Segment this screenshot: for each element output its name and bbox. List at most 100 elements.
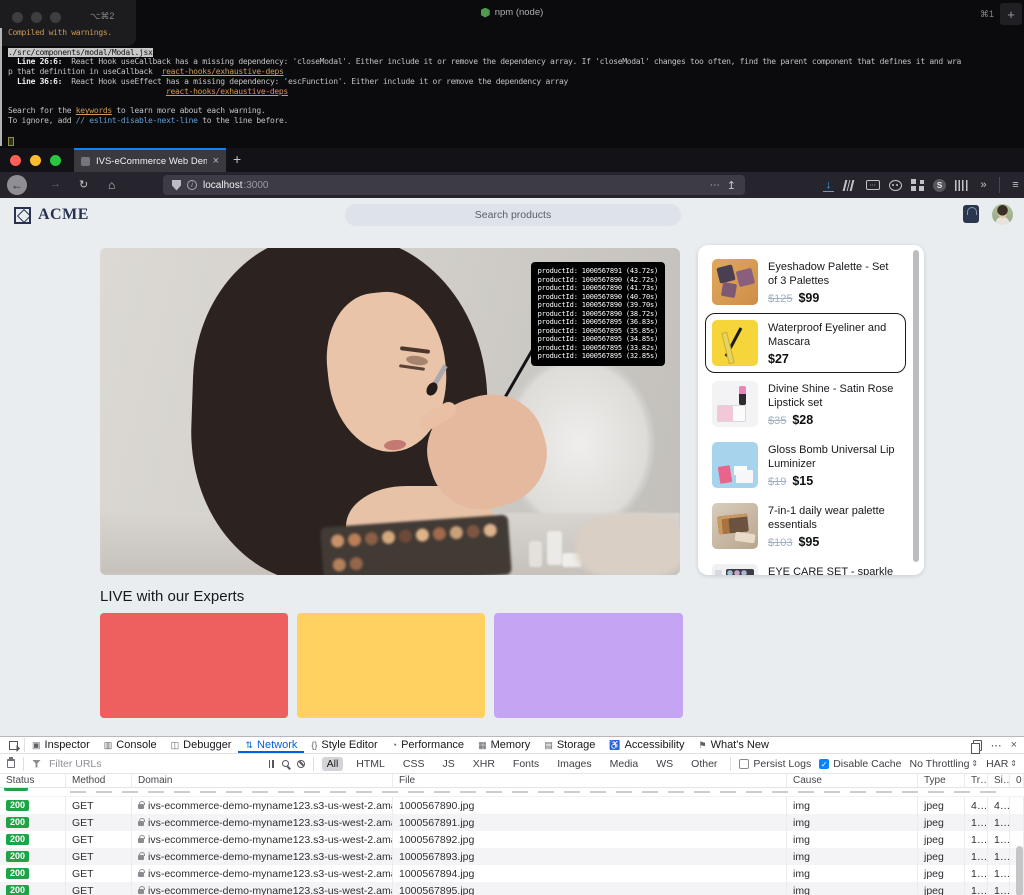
disable-cache-checkbox[interactable]: ✓ Disable Cache — [819, 758, 902, 770]
downloads-icon[interactable]: ↓ — [822, 179, 835, 192]
har-select[interactable]: HAR ⇕ — [986, 758, 1017, 770]
throttling-select[interactable]: No Throttling ⇕ — [910, 758, 979, 770]
product-rail-scrollbar[interactable] — [913, 250, 919, 562]
fence-extension-icon[interactable] — [955, 179, 968, 191]
pause-traffic-icon[interactable] — [268, 759, 274, 768]
cart-bag-icon[interactable] — [963, 205, 979, 223]
col-transferred[interactable]: Tr… — [965, 774, 988, 787]
url-bar[interactable]: i localhost :3000 ⋯ ↥ — [163, 175, 745, 195]
filter-all[interactable]: All — [321, 756, 344, 771]
network-row[interactable]: 200 GET ivs-ecommerce-demo-myname123.s3-… — [0, 848, 1024, 865]
live-card-yellow[interactable] — [297, 613, 485, 718]
tab-storage[interactable]: ▤ Storage — [537, 737, 602, 753]
col-type[interactable]: Type — [918, 774, 965, 787]
product-old-price: $35 — [768, 415, 787, 427]
library-icon[interactable] — [842, 179, 859, 191]
product-item[interactable]: Eyeshadow Palette - Set of 3 Palettes $1… — [705, 252, 906, 312]
tab-debugger[interactable]: ◫ Debugger — [164, 737, 239, 753]
tab-close-icon[interactable]: × — [213, 155, 219, 167]
live-card-red[interactable] — [100, 613, 288, 718]
pick-element-button[interactable] — [2, 737, 24, 753]
extensions-icon[interactable] — [911, 179, 924, 191]
search-input[interactable] — [345, 204, 681, 226]
filter-images[interactable]: Images — [552, 757, 596, 771]
network-row[interactable]: 200 GET ivs-ecommerce-demo-myname123.s3-… — [0, 814, 1024, 831]
memory-icon: ▦ — [478, 739, 487, 750]
block-requests-icon[interactable] — [296, 759, 305, 768]
warning2-rule-link[interactable]: react-hooks/exhaustive-deps — [166, 87, 288, 96]
product-item[interactable]: Gloss Bomb Universal Lip Luminizer $19 $1… — [705, 435, 906, 495]
product-item-selected[interactable]: Waterproof Eyeliner and Mascara $27 — [705, 313, 906, 373]
share-icon[interactable]: ↥ — [727, 179, 736, 192]
filter-media[interactable]: Media — [605, 757, 644, 771]
devtools-more-icon[interactable]: ⋯ — [991, 739, 1002, 752]
filter-css[interactable]: CSS — [398, 757, 430, 771]
browser-close-icon[interactable] — [10, 155, 21, 166]
page-actions-icon[interactable]: ⋯ — [710, 180, 721, 191]
tab-console[interactable]: ▥ Console — [97, 737, 164, 753]
tracking-protection-shield-icon[interactable] — [172, 179, 181, 191]
privacy-mask-icon[interactable] — [889, 179, 902, 191]
request-method: GET — [66, 797, 132, 814]
overflow-chevron-icon[interactable]: » — [977, 179, 990, 191]
col-method[interactable]: Method — [66, 774, 132, 787]
live-card-purple[interactable] — [494, 613, 683, 718]
new-tab-button[interactable]: + — [233, 151, 241, 167]
browser-minimize-icon[interactable] — [30, 155, 41, 166]
col-file[interactable]: File — [393, 774, 787, 787]
warning1-rule-link[interactable]: react-hooks/exhaustive-deps — [162, 67, 284, 76]
col-cause[interactable]: Cause — [787, 774, 918, 787]
back-button[interactable]: ← — [7, 175, 27, 195]
devtools-close-icon[interactable]: × — [1011, 739, 1017, 751]
search-requests-icon[interactable] — [281, 760, 289, 767]
menu-icon[interactable]: ≡ — [1009, 179, 1022, 191]
console-icon: ▥ — [103, 739, 113, 750]
network-row[interactable]: 200 GET ivs-ecommerce-demo-myname123.s3-… — [0, 865, 1024, 882]
brand-logo[interactable]: ACME — [14, 206, 89, 224]
terminal-new-tab-button[interactable]: + — [1000, 3, 1022, 25]
user-avatar[interactable] — [992, 204, 1013, 225]
network-row-partial[interactable] — [0, 788, 1024, 797]
site-info-icon[interactable]: i — [187, 180, 197, 190]
browser-zoom-icon[interactable] — [50, 155, 61, 166]
col-domain[interactable]: Domain — [132, 774, 393, 787]
forward-button[interactable]: → — [50, 178, 61, 190]
product-item[interactable]: 7-in-1 daily wear palette essentials $10… — [705, 496, 906, 556]
filter-html[interactable]: HTML — [351, 757, 390, 771]
toolbar-separator — [999, 177, 1000, 193]
network-row[interactable]: 200 GET ivs-ecommerce-demo-myname123.s3-… — [0, 882, 1024, 895]
filter-fonts[interactable]: Fonts — [508, 757, 544, 771]
home-button[interactable]: ⌂ — [108, 178, 115, 192]
persist-logs-checkbox[interactable]: Persist Logs — [739, 758, 811, 770]
tab-network[interactable]: ⇅ Network — [238, 737, 304, 753]
keywords-link[interactable]: keywords — [76, 106, 112, 115]
browser-tab[interactable]: IVS-eCommerce Web Demo × — [74, 148, 226, 172]
network-scrollbar[interactable] — [1016, 846, 1023, 895]
product-item[interactable]: EYE CARE SET - sparkle — [705, 557, 906, 575]
reload-button[interactable]: ↻ — [79, 178, 88, 191]
col-status[interactable]: Status — [0, 774, 66, 787]
s-extension-icon[interactable]: S — [933, 178, 946, 192]
network-row[interactable]: 200 GET ivs-ecommerce-demo-myname123.s3-… — [0, 831, 1024, 848]
filter-js[interactable]: JS — [437, 757, 459, 771]
clear-requests-icon[interactable] — [7, 757, 15, 768]
responsive-mode-icon[interactable] — [970, 739, 982, 754]
tab-memory[interactable]: ▦ Memory — [471, 737, 537, 753]
product-item[interactable]: Divine Shine - Satin Rose Lipstick set $… — [705, 374, 906, 434]
filter-ws[interactable]: WS — [651, 757, 678, 771]
filter-xhr[interactable]: XHR — [468, 757, 500, 771]
col-waterfall[interactable]: 0 m — [1010, 774, 1024, 787]
password-manager-icon[interactable]: ⋯ — [866, 180, 880, 190]
network-row[interactable]: 200 GET ivs-ecommerce-demo-myname123.s3-… — [0, 797, 1024, 814]
tab-whats-new[interactable]: ⚑ What's New — [691, 737, 775, 753]
terminal-scrollbar[interactable] — [0, 28, 2, 146]
filter-other[interactable]: Other — [686, 757, 722, 771]
tab-accessibility[interactable]: ♿ Accessibility — [602, 737, 691, 753]
network-table-header: Status Method Domain File Cause Type Tr…… — [0, 774, 1024, 788]
tab-style-editor[interactable]: {} Style Editor — [304, 737, 384, 753]
tab-inspector[interactable]: ▣ Inspector — [25, 737, 97, 753]
col-size[interactable]: Si… — [988, 774, 1010, 787]
filter-urls-input[interactable]: Filter URLs — [49, 758, 102, 770]
tab-performance[interactable]: ◔ Performance — [385, 737, 471, 753]
video-player[interactable]: productId: 1000567891 (43.72s) productId… — [100, 248, 680, 575]
